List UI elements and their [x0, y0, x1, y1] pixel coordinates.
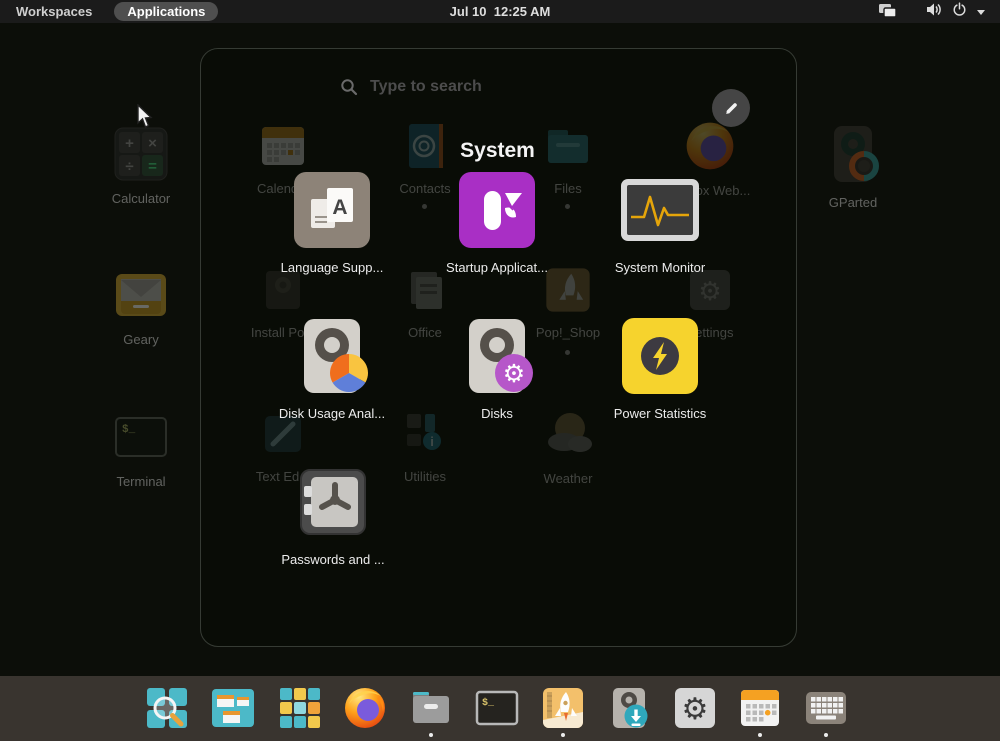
search-input[interactable]: Type to search: [370, 78, 482, 96]
volume-icon[interactable]: [926, 2, 943, 22]
dock-workspaces[interactable]: [209, 684, 257, 732]
dock-settings[interactable]: ⚙: [671, 684, 719, 732]
app-gparted[interactable]: GParted: [801, 124, 905, 210]
displays-icon[interactable]: [877, 3, 898, 25]
search-icon: [340, 78, 358, 96]
dock-app-grid[interactable]: [276, 684, 324, 732]
app-geary[interactable]: Geary: [89, 267, 193, 347]
dock-firefox[interactable]: [341, 684, 389, 732]
power-statistics-icon: [622, 318, 698, 394]
app-calculator[interactable]: +×÷ = Calculator: [89, 126, 193, 206]
running-dot-calendar: [758, 733, 762, 737]
svg-text:$_: $_: [482, 697, 495, 709]
applications-button[interactable]: Applications: [114, 2, 218, 21]
app-system-monitor[interactable]: System Monitor: [585, 171, 735, 275]
power-icon[interactable]: [952, 2, 967, 22]
svg-text:⚙: ⚙: [682, 693, 709, 726]
system-menu[interactable]: [926, 0, 986, 23]
svg-text:÷: ÷: [125, 158, 133, 175]
passwords-and-keys-icon: [295, 464, 371, 540]
dock-terminal[interactable]: $_: [473, 684, 521, 732]
app-grid-icon: [276, 684, 324, 732]
dock-activities-search[interactable]: [143, 684, 191, 732]
dock: $_ ⚙: [0, 676, 1000, 741]
svg-text:=: =: [148, 158, 157, 175]
workspaces-button[interactable]: Workspaces: [16, 4, 92, 19]
svg-text:+: +: [125, 135, 134, 152]
startup-applications-icon: [459, 172, 535, 248]
svg-text:⚙: ⚙: [503, 360, 525, 388]
workspaces-icon: [209, 684, 257, 732]
firefox-icon: [341, 684, 389, 732]
system-monitor-icon: [620, 178, 700, 242]
terminal-icon: $_: [113, 409, 169, 465]
running-dot-keyboard: [824, 733, 828, 737]
terminal-icon: $_: [473, 684, 521, 732]
app-disks[interactable]: ⚙ Disks: [422, 317, 572, 421]
search-bar[interactable]: Type to search: [340, 78, 482, 96]
settings-icon: ⚙: [671, 684, 719, 732]
dock-files[interactable]: [407, 684, 455, 732]
files-icon: [407, 684, 455, 732]
keyboard-icon: [802, 684, 850, 732]
svg-text:A: A: [332, 196, 347, 219]
running-dot-pop-shop: [561, 733, 565, 737]
running-dot-files: [429, 733, 433, 737]
folder-dialog-content: Type to search System A Language Supp...…: [200, 48, 795, 645]
svg-text:$_: $_: [122, 424, 136, 436]
app-disk-usage-analyzer[interactable]: Disk Usage Anal...: [257, 317, 407, 421]
calendar-icon: [736, 684, 784, 732]
dock-disk-image-writer[interactable]: [605, 684, 653, 732]
gparted-icon: [822, 124, 884, 186]
app-language-support[interactable]: A Language Supp...: [257, 171, 407, 275]
dock-pop-shop[interactable]: [539, 684, 587, 732]
mouse-cursor: [136, 104, 154, 135]
chevron-down-icon[interactable]: [976, 3, 986, 21]
clock[interactable]: Jul 10 12:25 AM: [450, 4, 551, 19]
language-support-icon: A: [294, 172, 370, 248]
svg-text:×: ×: [148, 135, 157, 152]
folder-title: System: [200, 139, 795, 163]
pop-shop-icon: [539, 684, 587, 732]
activities-search-icon: [143, 684, 191, 732]
app-terminal[interactable]: $_ Terminal: [89, 409, 193, 489]
app-passwords-and-keys[interactable]: Passwords and ...: [258, 463, 408, 567]
edit-folder-button[interactable]: [712, 89, 750, 127]
geary-icon: [113, 267, 169, 323]
dock-calendar[interactable]: [736, 684, 784, 732]
disk-usage-analyzer-icon: [293, 317, 371, 395]
dock-keyboard[interactable]: [802, 684, 850, 732]
app-power-statistics[interactable]: Power Statistics: [585, 317, 735, 421]
app-startup-applications[interactable]: Startup Applicat...: [422, 171, 572, 275]
disks-icon: ⚙: [458, 317, 536, 395]
pencil-icon: [723, 100, 740, 117]
disk-image-writer-icon: [605, 684, 653, 732]
